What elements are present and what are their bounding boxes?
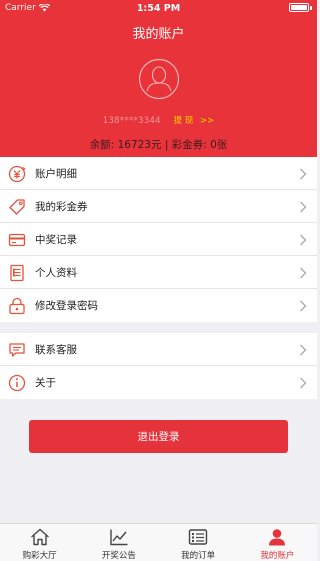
chevron-right-icon bbox=[300, 344, 307, 356]
menu-item-about[interactable]: 关于 bbox=[0, 366, 317, 399]
tab-my-account[interactable]: 我的账户 bbox=[238, 524, 317, 561]
page-title: 我的账户 bbox=[132, 27, 185, 42]
support-menu: 联系客服 关于 bbox=[0, 333, 317, 399]
chevron-right-icon bbox=[300, 300, 307, 312]
balance-separator: | bbox=[164, 139, 169, 151]
menu-item-customer-service[interactable]: 联系客服 bbox=[0, 333, 317, 366]
menu-item-my-coupons[interactable]: 我的彩金券 bbox=[0, 190, 317, 223]
status-bar: Carrier 1:54 PM bbox=[0, 0, 317, 16]
tab-lottery-hall[interactable]: 购彩大厅 bbox=[0, 524, 79, 561]
account-header: Carrier 1:54 PM 我的账户 138****3344 提 现 >> … bbox=[0, 0, 317, 157]
battery-icon bbox=[289, 3, 312, 12]
tab-my-orders[interactable]: 我的订单 bbox=[159, 524, 238, 561]
tab-draw-results[interactable]: 开奖公告 bbox=[79, 524, 158, 561]
tag-icon bbox=[9, 199, 25, 215]
balance-value: 16723元 bbox=[117, 139, 162, 151]
yen-circle-icon bbox=[8, 165, 26, 183]
chat-icon bbox=[9, 343, 25, 357]
profile-doc-icon bbox=[10, 264, 24, 282]
phone-number: 138****3344 bbox=[102, 116, 161, 126]
withdraw-link[interactable]: 提 现 bbox=[174, 116, 194, 126]
tab-bar: 购彩大厅 开奖公告 我的订单 我的账户 bbox=[0, 523, 317, 561]
coupon-value: 0张 bbox=[210, 139, 228, 151]
menu-item-account-detail[interactable]: 账户明细 bbox=[0, 157, 317, 190]
menu-item-label: 个人资料 bbox=[35, 266, 77, 279]
user-icon bbox=[269, 529, 286, 546]
tab-label: 我的订单 bbox=[181, 551, 216, 561]
tab-label: 购彩大厅 bbox=[22, 551, 57, 561]
avatar-icon[interactable] bbox=[138, 58, 180, 100]
chevron-right-icon bbox=[300, 267, 307, 279]
chevron-right-icon bbox=[300, 377, 307, 389]
withdraw-arrow[interactable]: >> bbox=[200, 116, 214, 126]
menu-item-change-password[interactable]: 修改登录密码 bbox=[0, 289, 317, 322]
home-icon bbox=[30, 528, 49, 546]
menu-item-label: 账户明细 bbox=[35, 167, 77, 180]
chevron-right-icon bbox=[300, 201, 307, 213]
menu-item-label: 我的彩金券 bbox=[35, 200, 88, 213]
balance-label: 余额: bbox=[89, 139, 115, 151]
menu-item-label: 关于 bbox=[35, 377, 56, 389]
card-icon bbox=[8, 233, 26, 247]
balance-line: 余额: 16723元 | 彩金券: 0张 bbox=[0, 137, 317, 152]
menu-item-label: 联系客服 bbox=[35, 343, 77, 356]
menu-item-profile[interactable]: 个人资料 bbox=[0, 256, 317, 289]
status-time: 1:54 PM bbox=[136, 3, 181, 14]
tab-label: 我的账户 bbox=[260, 551, 295, 561]
order-list-icon bbox=[188, 529, 208, 545]
menu-item-winning-records[interactable]: 中奖记录 bbox=[0, 223, 317, 256]
account-menu: 账户明细 我的彩金券 中奖记录 个人资料 修改登录密码 bbox=[0, 157, 317, 322]
chevron-right-icon bbox=[300, 234, 307, 246]
user-info-line: 138****3344 提 现 >> bbox=[0, 114, 317, 126]
coupon-label: 彩金券: bbox=[171, 139, 207, 151]
logout-button[interactable]: 退出登录 bbox=[29, 420, 288, 453]
tab-label: 开奖公告 bbox=[101, 551, 136, 561]
menu-item-label: 中奖记录 bbox=[35, 233, 77, 246]
lock-icon bbox=[9, 297, 25, 315]
menu-item-label: 修改登录密码 bbox=[35, 300, 98, 312]
trend-chart-icon bbox=[110, 529, 128, 546]
chevron-right-icon bbox=[300, 168, 307, 180]
info-icon bbox=[8, 374, 26, 392]
